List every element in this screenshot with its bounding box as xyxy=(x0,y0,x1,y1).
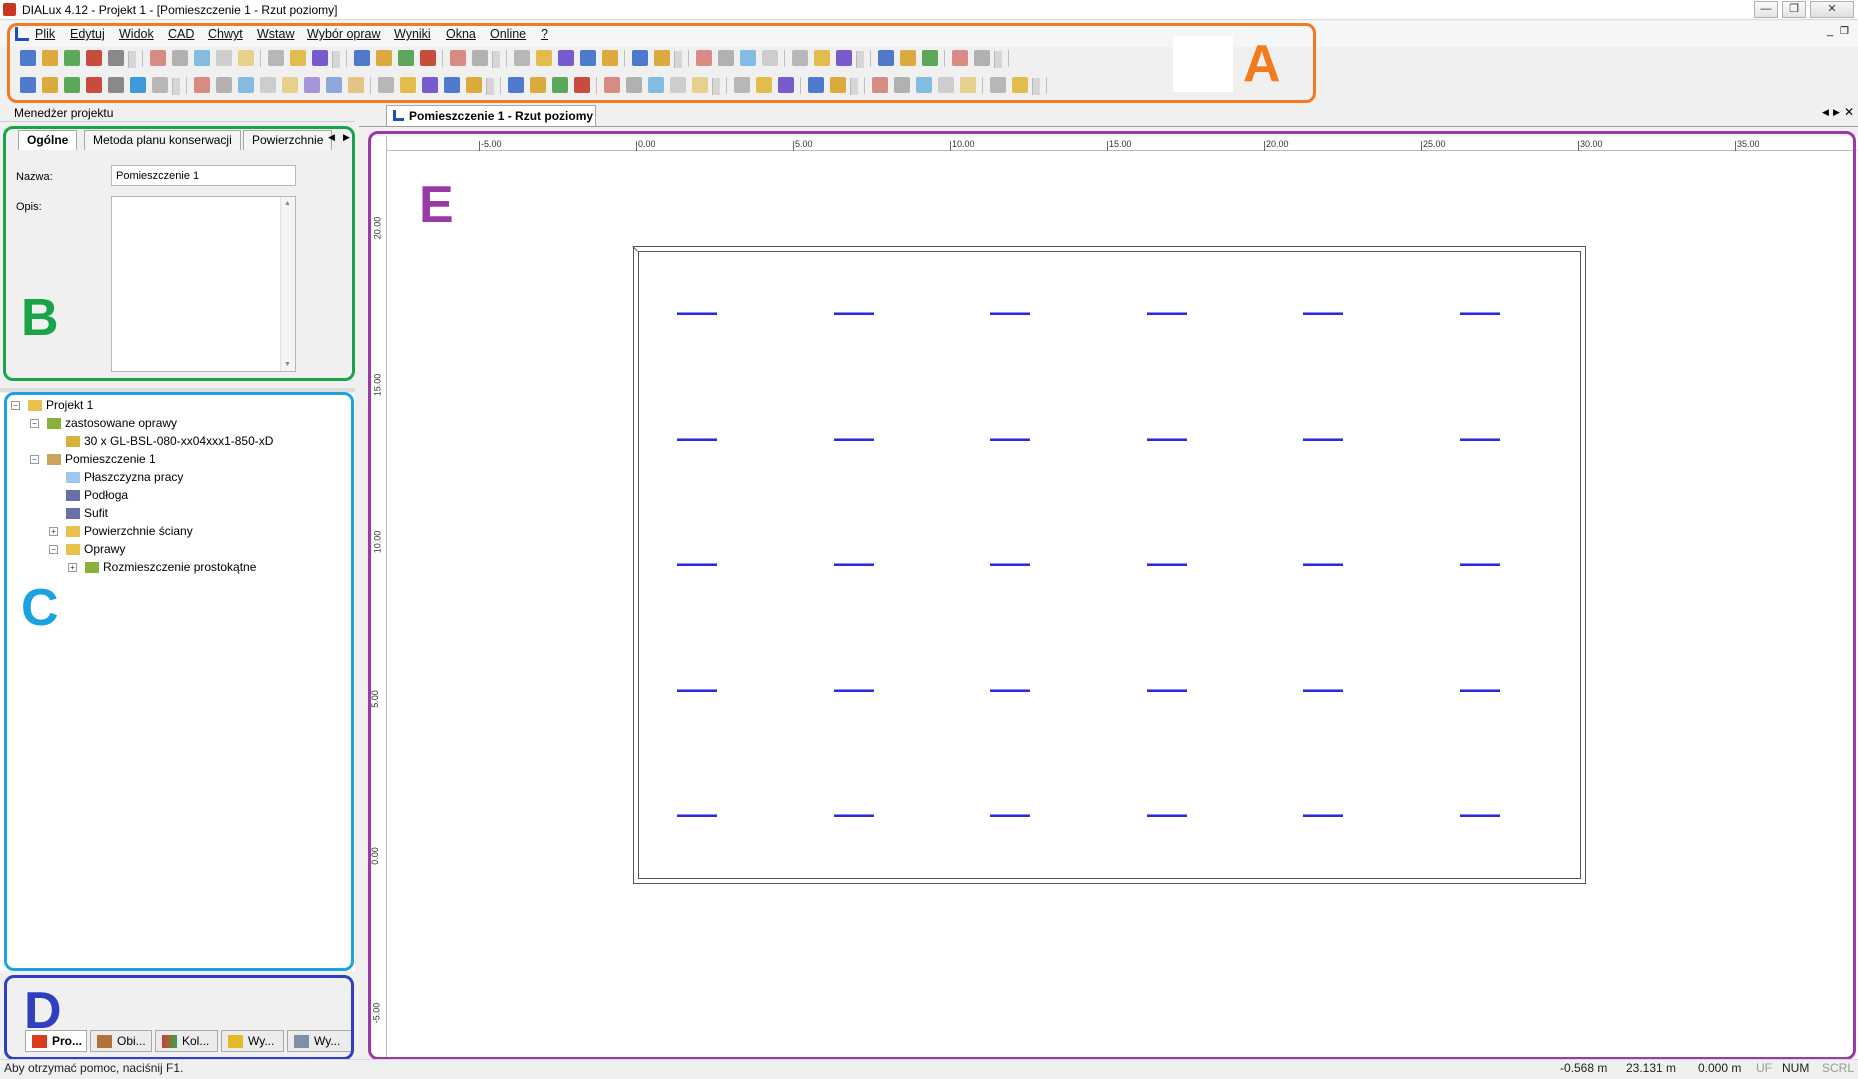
annotation-a-bg xyxy=(1173,36,1233,92)
annotation-frame-e xyxy=(368,131,1856,1060)
status-help-text: Aby otrzymać pomoc, naciśnij F1. xyxy=(4,1061,184,1075)
doc-tab-right-arrow[interactable]: ▶ xyxy=(1833,107,1840,118)
annotation-label-e: E xyxy=(419,176,454,234)
mdi-minimize-button[interactable]: _ xyxy=(1827,25,1833,37)
project-manager-header: Menedżer projektu xyxy=(0,104,355,122)
annotation-label-c: C xyxy=(21,579,59,637)
annotation-label-a: A xyxy=(1243,35,1281,93)
doc-tab-close[interactable]: ✕ xyxy=(1844,105,1854,119)
floorplan-icon xyxy=(393,110,404,121)
status-z-coordinate: 0.000 m xyxy=(1698,1061,1742,1075)
annotation-label-b: B xyxy=(21,289,59,347)
annotation-frame-a xyxy=(7,23,1316,103)
close-button[interactable]: ✕ xyxy=(1810,1,1854,18)
doc-tab-floorplan[interactable]: Pomieszczenie 1 - Rzut poziomy xyxy=(386,105,596,126)
status-x-coordinate: -0.568 m xyxy=(1560,1061,1608,1075)
minimize-button[interactable]: — xyxy=(1754,1,1778,18)
app-icon xyxy=(3,3,16,16)
annotation-label-d: D xyxy=(24,982,62,1040)
annotation-frame-c xyxy=(4,392,354,971)
window-title: DIALux 4.12 - Projekt 1 - [Pomieszczenie… xyxy=(22,3,338,17)
doc-tab-left-arrow[interactable]: ◀ xyxy=(1822,107,1829,118)
mdi-restore-button[interactable]: ❐ xyxy=(1840,26,1849,37)
restore-button[interactable]: ❐ xyxy=(1782,1,1806,18)
status-scrl: SCRL xyxy=(1822,1061,1855,1075)
status-uf: UF xyxy=(1756,1061,1772,1075)
project-manager-title: Menedżer projektu xyxy=(14,106,114,120)
status-num: NUM xyxy=(1782,1061,1810,1075)
status-y-coordinate: 23.131 m xyxy=(1626,1061,1677,1075)
title-bar: DIALux 4.12 - Projekt 1 - [Pomieszczenie… xyxy=(0,0,1858,20)
